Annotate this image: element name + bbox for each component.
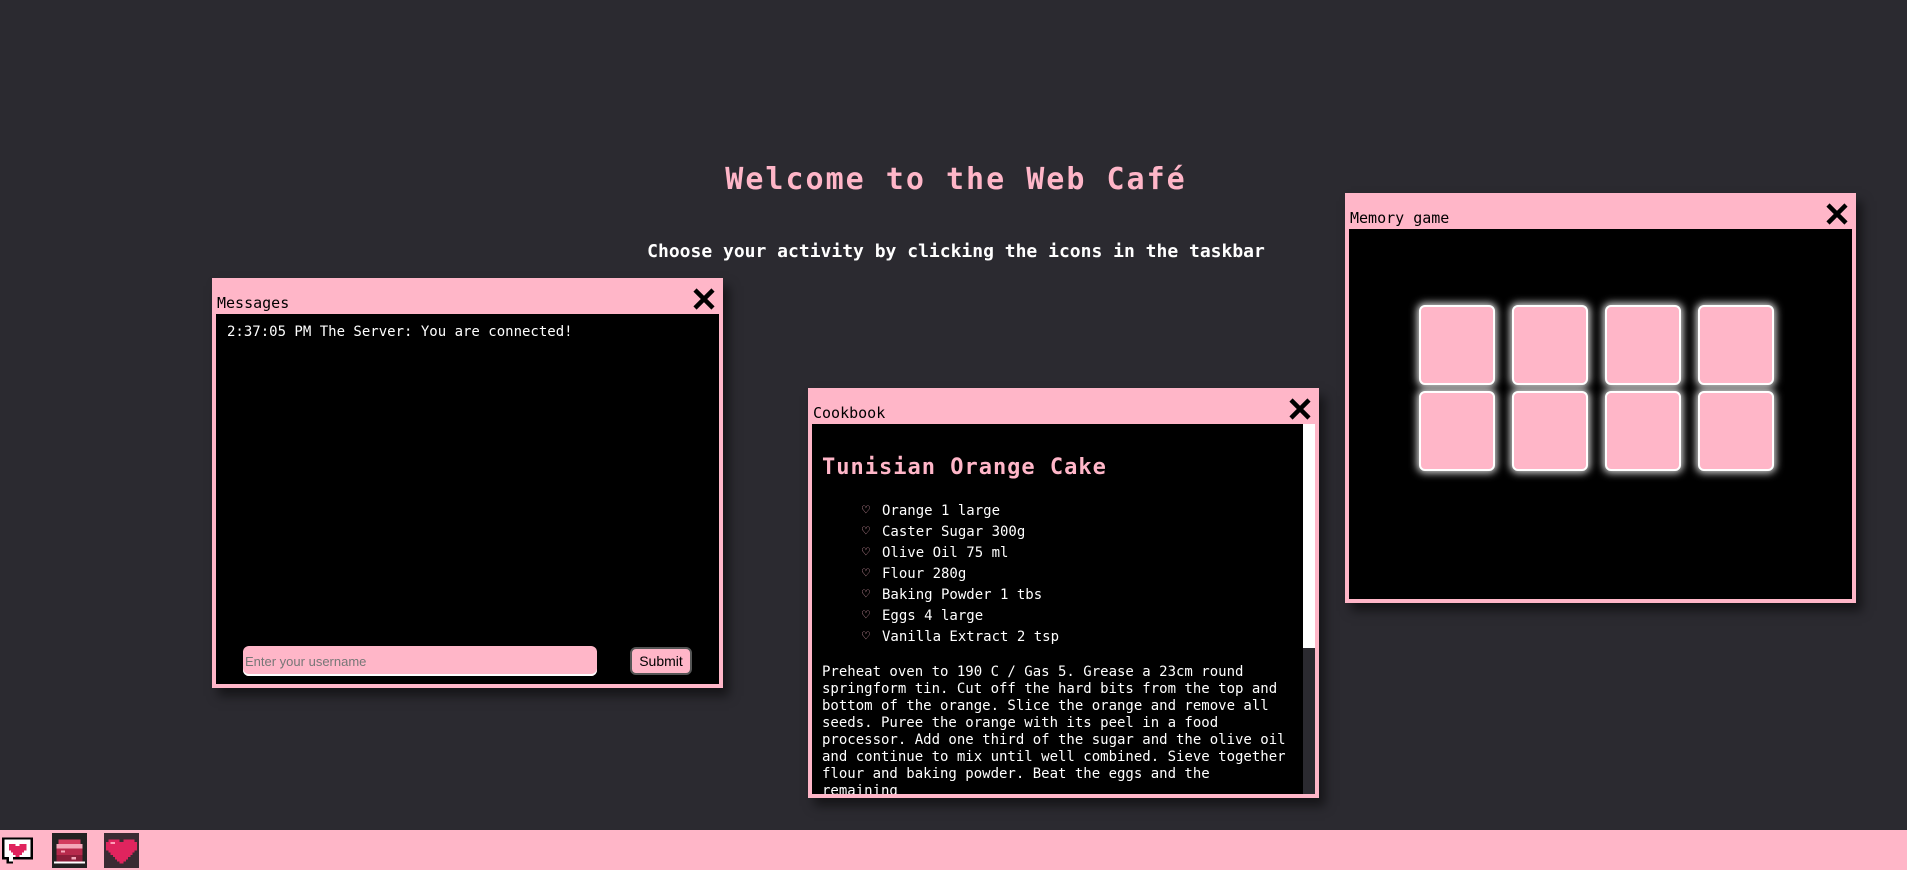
- ingredient-label: Orange 1 large: [882, 502, 1001, 519]
- memory-card[interactable]: [1512, 391, 1588, 471]
- ingredient-label: Vanilla Extract 2 tsp: [882, 628, 1060, 645]
- ingredient-item: ♡ Eggs 4 large: [862, 605, 1292, 626]
- ingredient-label: Flour 280g: [882, 565, 967, 582]
- memory-card[interactable]: [1698, 305, 1774, 385]
- cookbook-launcher[interactable]: [52, 833, 87, 868]
- recipe: Tunisian Orange Cake ♡ Orange 1 large ♡ Ca…: [812, 455, 1302, 794]
- cookbook-titlebar[interactable]: Cookbook: [812, 392, 1315, 424]
- close-icon: [1826, 203, 1848, 225]
- memory-card[interactable]: [1605, 305, 1681, 385]
- memory-card[interactable]: [1512, 305, 1588, 385]
- submit-button[interactable]: Submit: [630, 647, 692, 675]
- taskbar: [0, 830, 1907, 870]
- heart-bullet-icon: ♡: [862, 503, 870, 518]
- ingredient-item: ♡ Orange 1 large: [862, 500, 1292, 521]
- ingredient-label: Eggs 4 large: [882, 607, 984, 624]
- messages-launcher[interactable]: [0, 833, 35, 868]
- memory-game-launcher[interactable]: [104, 833, 139, 868]
- ingredient-item: ♡ Flour 280g: [862, 563, 1292, 584]
- heart-bullet-icon: ♡: [862, 545, 870, 560]
- ingredient-list: ♡ Orange 1 large ♡ Caster Sugar 300g ♡ Oliv…: [822, 500, 1292, 647]
- memory-card[interactable]: [1419, 305, 1495, 385]
- message-line: 2:37:05 PM The Server: You are connected…: [227, 324, 573, 340]
- heart-bullet-icon: ♡: [862, 524, 870, 539]
- cookbook-window: Cookbook Tunisian Orange Cake ♡ Orange 1 …: [808, 388, 1319, 798]
- memory-game-close-button[interactable]: [1825, 202, 1849, 226]
- messages-titlebar[interactable]: Messages: [216, 282, 719, 314]
- ingredient-label: Caster Sugar 300g: [882, 523, 1026, 540]
- cookbook-scrollbar[interactable]: [1303, 424, 1315, 794]
- cookbook-body[interactable]: Tunisian Orange Cake ♡ Orange 1 large ♡ Ca…: [812, 424, 1315, 794]
- heart-bullet-icon: ♡: [862, 587, 870, 602]
- heart-icon: [104, 833, 139, 868]
- cookbook-title: Cookbook: [813, 404, 886, 422]
- welcome-title: Welcome to the Web Café: [725, 162, 1187, 197]
- close-icon: [693, 288, 715, 310]
- recipe-method: Preheat oven to 190 C / Gas 5. Grease a …: [822, 664, 1286, 794]
- ingredient-item: ♡ Vanilla Extract 2 tsp: [862, 626, 1292, 647]
- memory-card[interactable]: [1419, 391, 1495, 471]
- desktop: Welcome to the Web Café Choose your acti…: [0, 0, 1907, 870]
- cookbook-close-button[interactable]: [1288, 397, 1312, 421]
- ingredient-item: ♡ Caster Sugar 300g: [862, 521, 1292, 542]
- memory-game-titlebar[interactable]: Memory game: [1349, 197, 1852, 229]
- cake-icon: [52, 833, 87, 868]
- heart-bullet-icon: ♡: [862, 566, 870, 581]
- messages-title: Messages: [217, 294, 290, 312]
- heart-bullet-icon: ♡: [862, 629, 870, 644]
- ingredient-label: Olive Oil 75 ml: [882, 544, 1009, 561]
- ingredient-item: ♡ Olive Oil 75 ml: [862, 542, 1292, 563]
- memory-game-title: Memory game: [1350, 209, 1450, 227]
- recipe-title: Tunisian Orange Cake: [822, 455, 1107, 480]
- scroll-thumb[interactable]: [1303, 424, 1315, 648]
- memory-game-window: Memory game: [1345, 193, 1856, 603]
- messages-window: Messages 2:37:05 PM The Server: You are …: [212, 278, 723, 688]
- memory-card[interactable]: [1605, 391, 1681, 471]
- ingredient-label: Baking Powder 1 tbs: [882, 586, 1043, 603]
- messages-close-button[interactable]: [692, 287, 716, 311]
- username-form: Submit: [243, 646, 703, 676]
- close-icon: [1289, 398, 1311, 420]
- memory-card[interactable]: [1698, 391, 1774, 471]
- message-log: 2:37:05 PM The Server: You are connected…: [216, 314, 719, 340]
- heart-bullet-icon: ♡: [862, 608, 870, 623]
- chat-bubble-heart-icon: [2, 837, 33, 864]
- username-input[interactable]: [243, 646, 597, 676]
- ingredient-item: ♡ Baking Powder 1 tbs: [862, 584, 1292, 605]
